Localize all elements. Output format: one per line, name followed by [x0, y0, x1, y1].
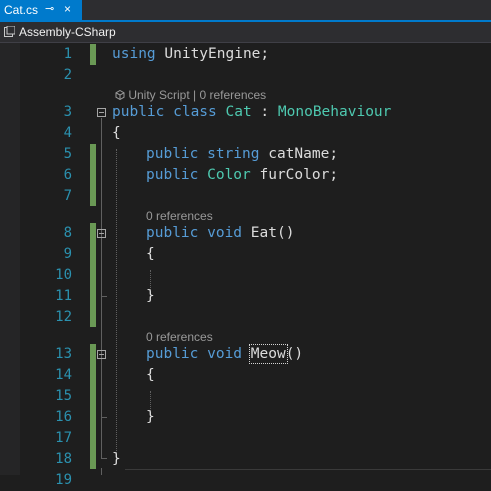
line-number: 18 — [55, 451, 72, 467]
line-number: 13 — [55, 346, 72, 362]
line-number: 10 — [55, 267, 72, 283]
code-text: () — [285, 346, 304, 362]
line-number: 17 — [55, 430, 72, 446]
code-line-14[interactable]: { — [146, 365, 155, 386]
code-line-8[interactable]: public void Eat() — [146, 223, 294, 244]
pin-icon[interactable]: ⊸ — [45, 2, 54, 15]
collapse-eat-icon[interactable] — [97, 229, 106, 238]
method-name: Eat — [250, 225, 277, 241]
tab-cat-cs[interactable]: Cat.cs ⊸ × — [0, 0, 82, 20]
line-number: 7 — [63, 188, 72, 204]
close-icon[interactable]: × — [64, 2, 71, 16]
code-line-18[interactable]: } — [112, 449, 121, 470]
outline-end — [101, 458, 107, 459]
code-text: : — [251, 104, 278, 120]
codelens-class[interactable]: Unity Script | 0 references — [115, 88, 266, 102]
tab-label[interactable]: Cat.cs — [4, 3, 38, 17]
code-text: catName; — [268, 146, 339, 162]
code-line-6[interactable]: public Color furColor; — [146, 165, 338, 186]
brace: { — [146, 367, 155, 383]
change-marker — [90, 223, 96, 327]
line-number: 9 — [63, 246, 72, 262]
codelens-eat[interactable]: 0 references — [146, 209, 213, 223]
keyword: public string — [146, 146, 269, 162]
code-editor[interactable]: 1 2 3 4 5 6 7 8 9 10 11 12 13 14 15 16 1… — [0, 43, 491, 488]
line-number: 2 — [63, 67, 72, 83]
outline-end — [101, 417, 107, 418]
line-number: 5 — [63, 146, 72, 162]
line-number: 1 — [63, 46, 72, 62]
line-number: 4 — [63, 125, 72, 141]
end-of-file-line — [125, 469, 491, 470]
codelens-meow[interactable]: 0 references — [146, 330, 213, 344]
change-marker — [90, 44, 96, 65]
code-line-16[interactable]: } — [146, 407, 155, 428]
brace: { — [112, 125, 121, 141]
brace: } — [146, 288, 155, 304]
line-number: 6 — [63, 167, 72, 183]
code-line-9[interactable]: { — [146, 244, 155, 265]
code-line-13[interactable]: public void Meow() — [146, 344, 303, 365]
code-line-11[interactable]: } — [146, 286, 155, 307]
collapse-meow-icon[interactable] — [97, 350, 106, 359]
code-line-5[interactable]: public string catName; — [146, 144, 338, 165]
brace: } — [112, 451, 121, 467]
tab-bar: Cat.cs ⊸ × — [0, 0, 491, 22]
unity-icon — [115, 89, 125, 101]
code-text: () — [276, 225, 295, 241]
navigation-bar[interactable]: Assembly-CSharp — [0, 22, 491, 43]
code-line-1[interactable]: using UnityEngine; — [112, 44, 269, 65]
line-number: 15 — [55, 388, 72, 404]
method-name-highlighted[interactable]: Meow — [248, 344, 288, 364]
keyword: using — [112, 46, 156, 62]
keyword: public — [146, 167, 208, 183]
class-name: Cat — [225, 104, 252, 120]
codelens-label[interactable]: Unity Script | 0 references — [128, 88, 266, 102]
brace: { — [146, 246, 155, 262]
code-line-4[interactable]: { — [112, 123, 121, 144]
keyword: public void — [146, 225, 251, 241]
indent-guide — [116, 149, 117, 461]
line-number: 12 — [55, 309, 72, 325]
gutter — [0, 43, 20, 475]
line-number: 14 — [55, 367, 72, 383]
outline-end — [101, 296, 107, 297]
code-line-3[interactable]: public class Cat : MonoBehaviour — [112, 102, 391, 123]
csharp-project-icon — [4, 26, 15, 37]
change-marker — [90, 344, 96, 469]
line-number: 16 — [55, 409, 72, 425]
line-number: 3 — [63, 104, 72, 120]
change-marker — [90, 144, 96, 206]
brace: } — [146, 409, 155, 425]
line-number: 11 — [55, 288, 72, 304]
line-number: 19 — [55, 472, 72, 488]
type-name: Color — [207, 167, 251, 183]
outline-line — [101, 468, 102, 475]
outline-line — [101, 118, 102, 458]
collapse-class-icon[interactable] — [97, 108, 106, 117]
base-class-name: MonoBehaviour — [277, 104, 392, 120]
line-number: 8 — [63, 225, 72, 241]
keyword: public class — [112, 104, 226, 120]
code-text: furColor; — [250, 167, 339, 183]
code-text: UnityEngine; — [155, 46, 270, 62]
project-dropdown[interactable]: Assembly-CSharp — [19, 25, 116, 39]
keyword: public void — [146, 346, 251, 362]
